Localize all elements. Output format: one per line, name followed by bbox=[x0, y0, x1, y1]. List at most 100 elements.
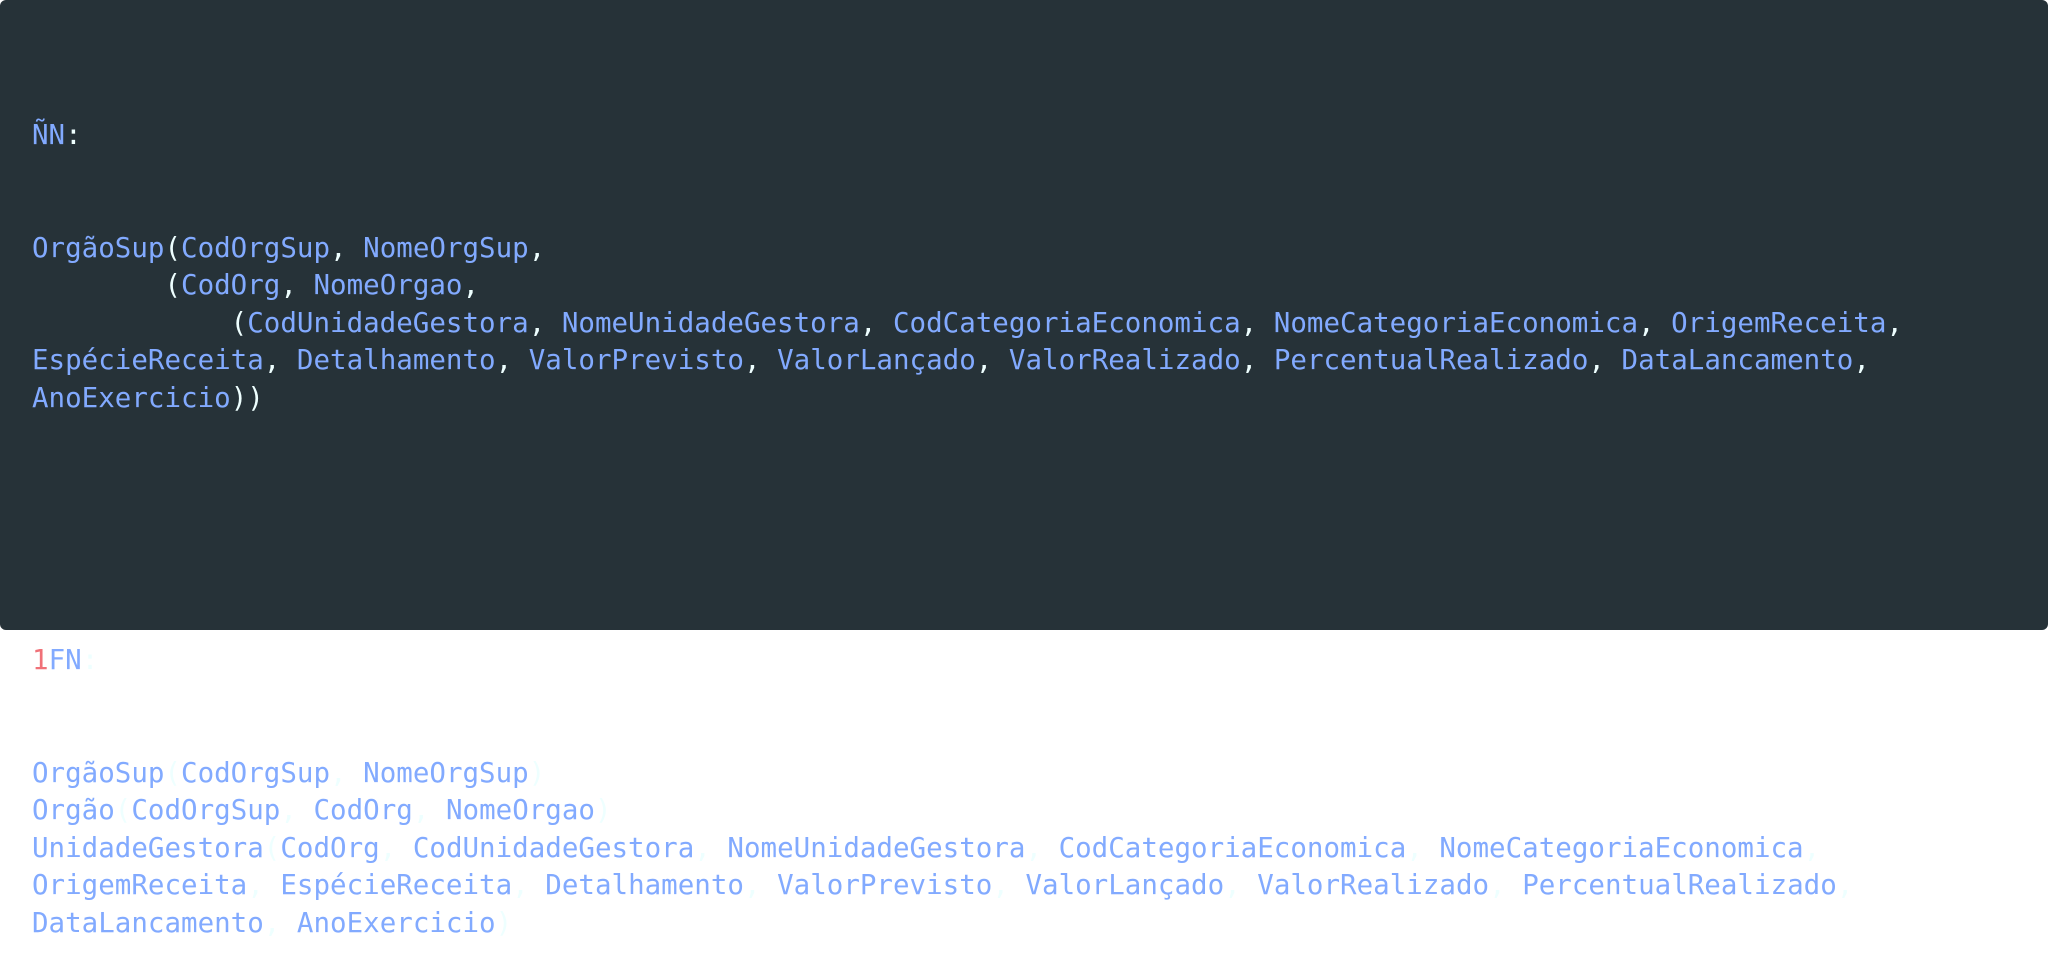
code-punctuation: , bbox=[1224, 869, 1258, 901]
code-punctuation: ( bbox=[114, 794, 132, 826]
code-punctuation: , bbox=[992, 869, 1026, 901]
code-identifier: PercentualRealizado bbox=[1522, 869, 1837, 901]
code-punctuation: ) bbox=[594, 794, 612, 826]
code-identifier: CodOrgSup bbox=[181, 756, 331, 789]
code-punctuation: , bbox=[528, 306, 562, 339]
code-punctuation: , bbox=[1588, 344, 1622, 376]
code-identifier: CodOrg bbox=[280, 831, 380, 864]
code-line: AnoExercicio)) bbox=[32, 380, 2016, 418]
code-punctuation: ( bbox=[263, 831, 281, 864]
code-identifier: ValorPrevisto bbox=[528, 344, 744, 376]
code-punctuation: ( bbox=[164, 231, 182, 264]
code-punctuation: , bbox=[1886, 306, 1903, 339]
heading-label: ÑN bbox=[32, 119, 66, 151]
code-line: OrigemReceita, EspécieReceita, Detalhame… bbox=[32, 867, 2016, 905]
code-punctuation: ( bbox=[32, 306, 248, 339]
code-identifier: DataLancamento bbox=[32, 906, 264, 939]
code-punctuation: ) bbox=[495, 906, 513, 939]
code-punctuation: , bbox=[1025, 831, 1059, 864]
code-identifier: CodCategoriaEconomica bbox=[1058, 831, 1407, 864]
code-punctuation: , bbox=[263, 906, 297, 939]
code-identifier: NomeOrgSup bbox=[363, 231, 529, 264]
code-identifier: NomeOrgao bbox=[313, 269, 463, 301]
code-line: OrgãoSup(CodOrgSup, NomeOrgSup, bbox=[32, 230, 2016, 268]
code-identifier: CodCategoriaEconomica bbox=[892, 306, 1241, 339]
heading-label: FN bbox=[48, 644, 82, 676]
code-identifier: PercentualRealizado bbox=[1273, 344, 1589, 376]
code-identifier: EspécieReceita bbox=[280, 869, 513, 901]
section-heading: 1FN: bbox=[32, 642, 2016, 680]
code-punctuation: , bbox=[1853, 344, 1870, 376]
section-spacer bbox=[32, 492, 2016, 567]
code-identifier: UnidadeGestora bbox=[32, 831, 264, 864]
code-line: UnidadeGestora(CodOrg, CodUnidadeGestora… bbox=[32, 830, 2016, 868]
code-identifier: CodUnidadeGestora bbox=[247, 306, 529, 339]
code-identifier: OrigemReceita bbox=[32, 869, 248, 901]
code-line: OrgãoSup(CodOrgSup, NomeOrgSup) bbox=[32, 755, 2016, 793]
heading-colon: : bbox=[81, 644, 99, 676]
code-identifier: CodOrg bbox=[313, 794, 413, 826]
code-identifier: ValorLançado bbox=[777, 344, 976, 376]
code-punctuation: , bbox=[975, 344, 1009, 376]
code-identifier: NomeCategoriaEconomica bbox=[1273, 306, 1639, 339]
code-line: DataLancamento, AnoExercicio) bbox=[32, 905, 2016, 943]
code-identifier: Detalhamento bbox=[545, 869, 744, 901]
code-identifier: ValorPrevisto bbox=[777, 869, 993, 901]
code-punctuation: , bbox=[330, 231, 364, 264]
code-identifier: NomeUnidadeGestora bbox=[727, 831, 1026, 864]
code-line: (CodOrg, NomeOrgao, bbox=[32, 267, 2016, 305]
code-punctuation: , bbox=[330, 756, 364, 789]
code-punctuation: , bbox=[280, 794, 314, 826]
section-heading: ÑN: bbox=[32, 117, 2016, 155]
section-1-lines: OrgãoSup(CodOrgSup, NomeOrgSup) Orgão(Cod… bbox=[32, 755, 2016, 943]
code-identifier: CodOrgSup bbox=[181, 231, 331, 264]
code-punctuation: , bbox=[512, 869, 546, 901]
code-punctuation: , bbox=[528, 231, 546, 264]
code-identifier: CodOrgSup bbox=[131, 794, 281, 826]
code-identifier: NomeCategoriaEconomica bbox=[1439, 831, 1804, 864]
code-punctuation: ( bbox=[32, 269, 182, 301]
code-identifier: DataLancamento bbox=[1621, 344, 1854, 376]
code-line: (CodUnidadeGestora, NomeUnidadeGestora, … bbox=[32, 305, 2016, 343]
code-identifier: NomeOrgSup bbox=[363, 756, 529, 789]
section-0-lines: OrgãoSup(CodOrgSup, NomeOrgSup, (CodOrg,… bbox=[32, 230, 2016, 418]
code-punctuation: ) bbox=[528, 756, 546, 789]
heading-colon: : bbox=[65, 119, 82, 151]
code-punctuation: , bbox=[1638, 306, 1672, 339]
code-identifier: OrigemReceita bbox=[1671, 306, 1887, 339]
code-punctuation: ( bbox=[164, 756, 182, 789]
code-punctuation: , bbox=[743, 869, 778, 901]
code-identifier: Detalhamento bbox=[296, 344, 496, 376]
code-line: EspécieReceita, Detalhamento, ValorPrevi… bbox=[32, 342, 2016, 380]
code-punctuation: , bbox=[280, 269, 314, 301]
code-identifier: NomeUnidadeGestora bbox=[561, 306, 860, 339]
code-identifier: ValorRealizado bbox=[1257, 869, 1490, 901]
code-punctuation: , bbox=[462, 269, 480, 301]
code-punctuation: , bbox=[743, 344, 778, 376]
code-identifier: ValorLançado bbox=[1025, 869, 1225, 901]
code-punctuation: , bbox=[263, 344, 297, 376]
code-identifier: EspécieReceita bbox=[32, 344, 264, 376]
code-identifier: AnoExercicio bbox=[32, 381, 231, 414]
code-punctuation: , bbox=[859, 306, 893, 339]
code-identifier: Orgão bbox=[32, 794, 115, 826]
code-line: Orgão(CodOrgSup, CodOrg, NomeOrgao) bbox=[32, 792, 2016, 830]
heading-number: 1 bbox=[32, 644, 49, 676]
code-punctuation: , bbox=[247, 869, 281, 901]
code-punctuation: , bbox=[1489, 869, 1523, 901]
code-punctuation: , bbox=[1240, 344, 1274, 376]
code-punctuation: , bbox=[1836, 869, 1854, 901]
code-punctuation: , bbox=[694, 831, 728, 864]
code-punctuation: , bbox=[1240, 306, 1274, 339]
code-identifier: ValorRealizado bbox=[1008, 344, 1241, 376]
code-identifier: OrgãoSup bbox=[32, 756, 165, 789]
code-block: ÑN: OrgãoSup(CodOrgSup, NomeOrgSup, (Cod… bbox=[0, 0, 2048, 939]
code-identifier: OrgãoSup bbox=[32, 231, 165, 264]
code-punctuation: )) bbox=[230, 381, 264, 414]
code-identifier: AnoExercicio bbox=[296, 906, 496, 939]
code-punctuation: , bbox=[495, 344, 529, 376]
code-punctuation: , bbox=[412, 794, 446, 826]
code-punctuation: , bbox=[379, 831, 413, 864]
code-identifier: NomeOrgao bbox=[445, 794, 595, 826]
code-punctuation: , bbox=[1406, 831, 1440, 864]
